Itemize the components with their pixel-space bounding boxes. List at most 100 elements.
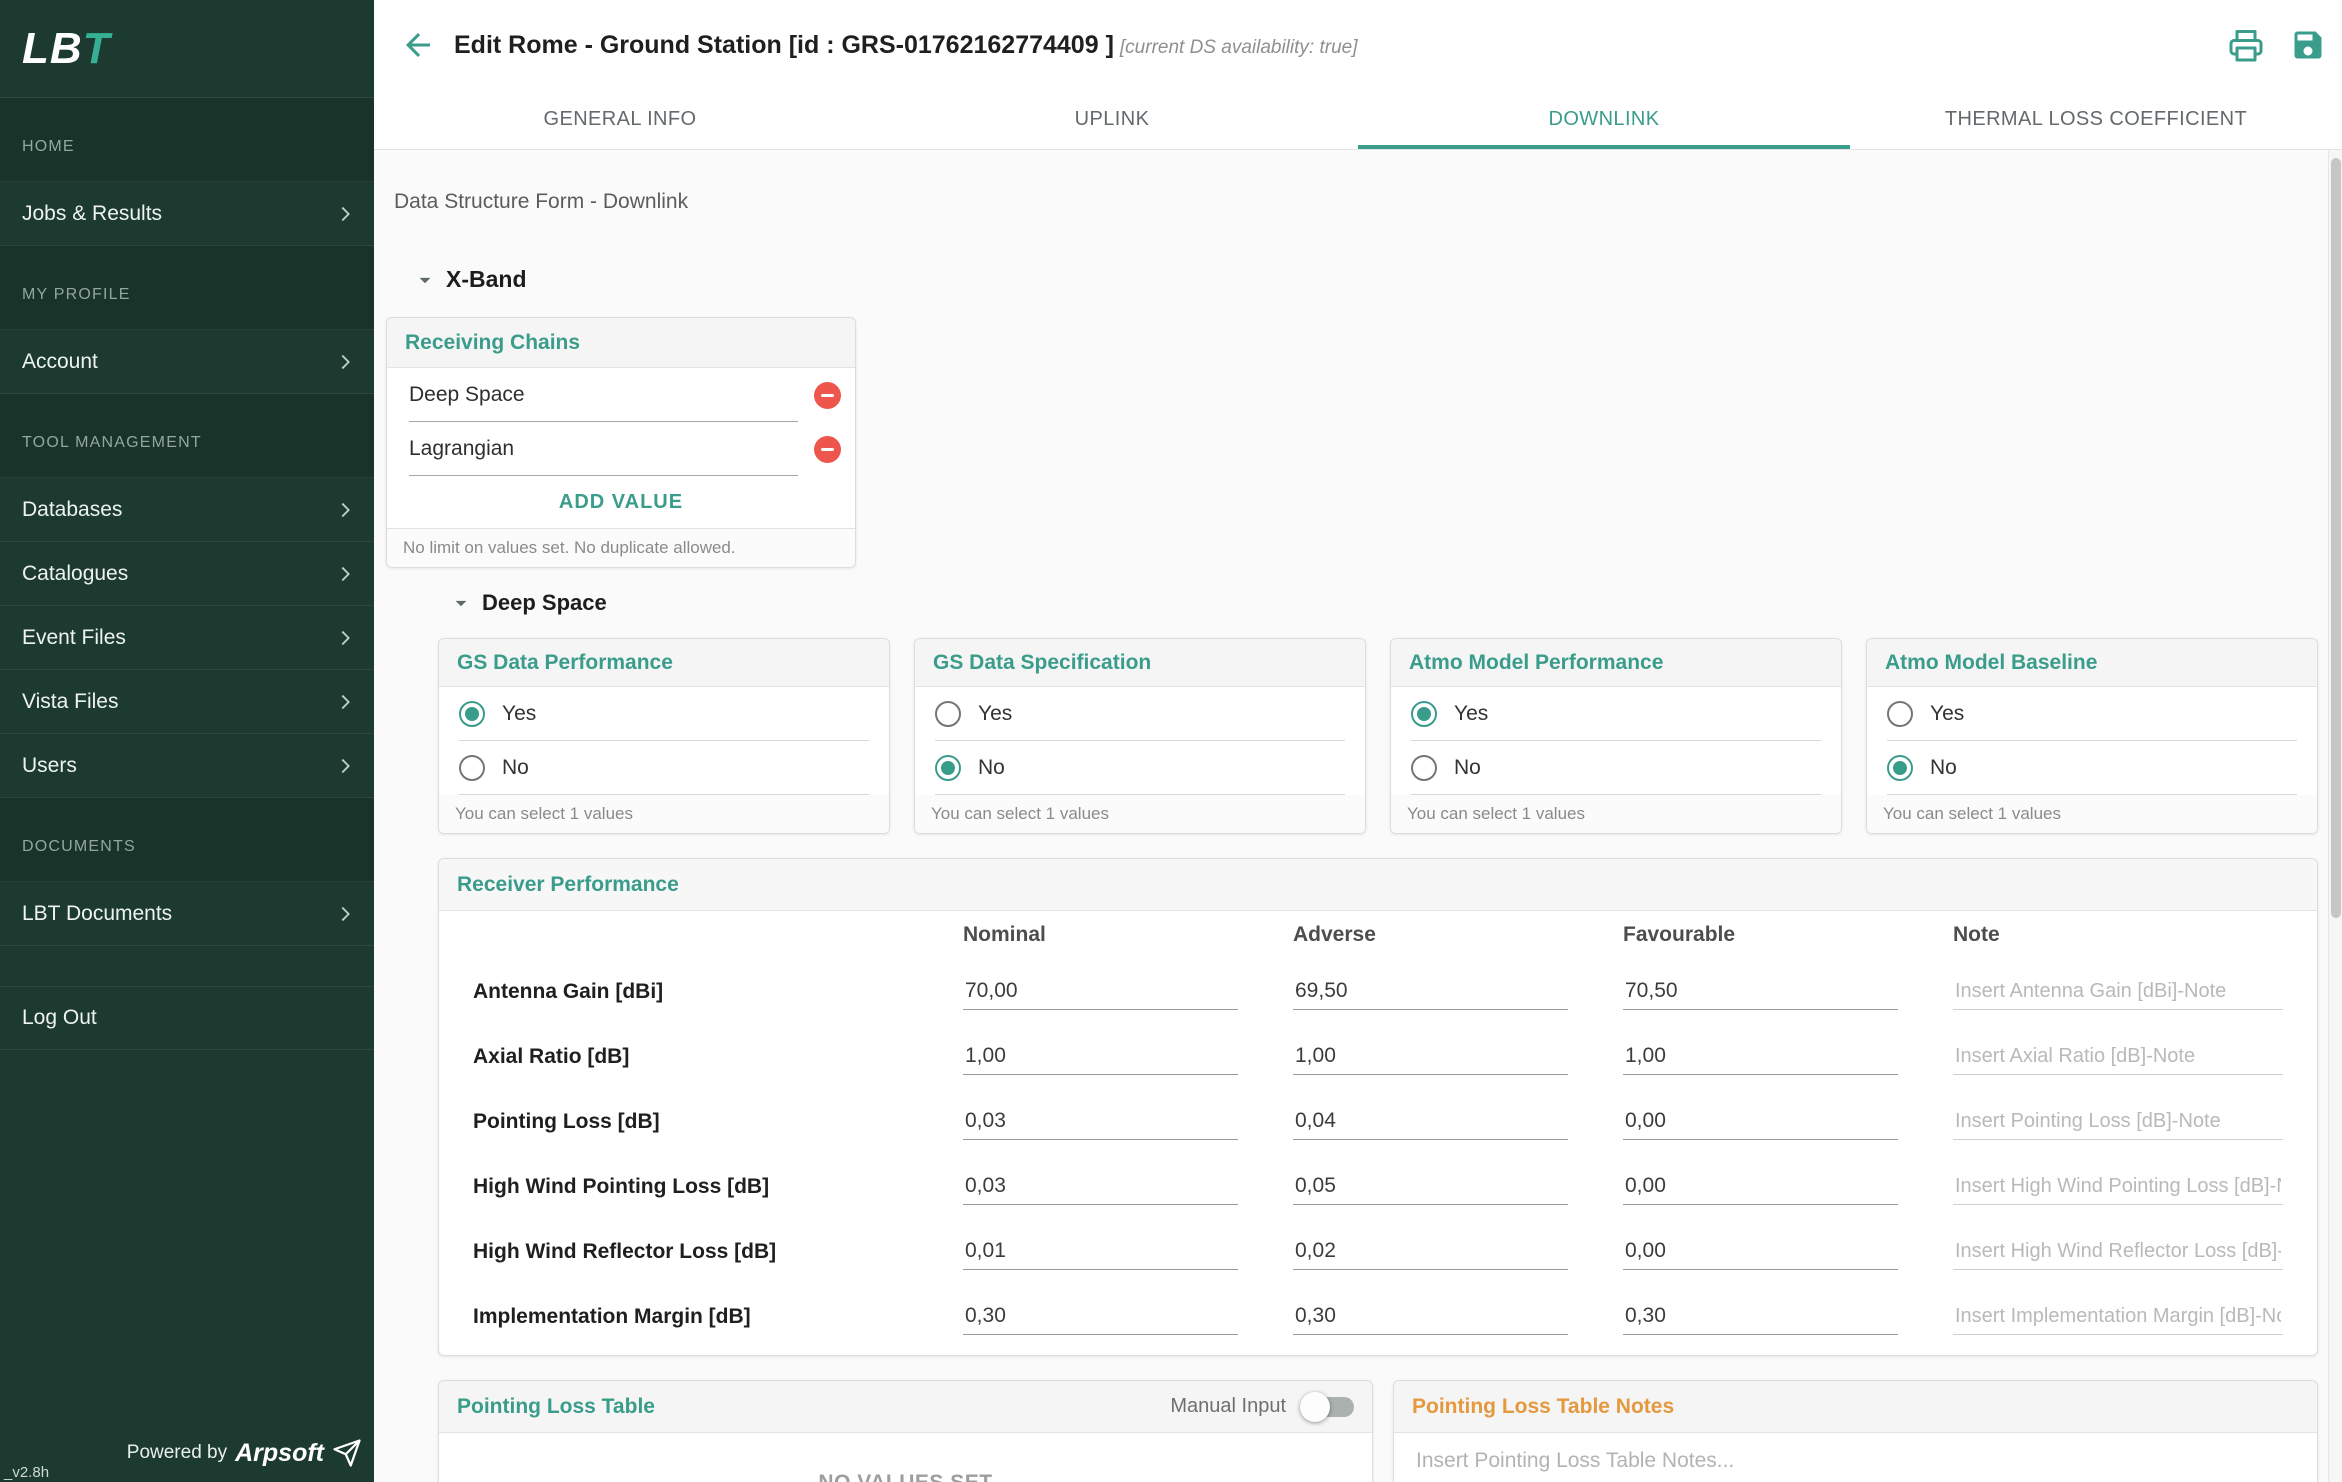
adverse-input[interactable] bbox=[1293, 1103, 1568, 1140]
choice-cards-row: GS Data Performance Yes No You can selec… bbox=[438, 638, 2330, 834]
chain-value-field[interactable]: Deep Space bbox=[409, 368, 798, 422]
table-row: Antenna Gain [dBi] bbox=[463, 959, 2293, 1024]
note-input[interactable] bbox=[1953, 1168, 2283, 1205]
section-header-x-band[interactable]: X-Band bbox=[412, 266, 2330, 293]
adverse-input[interactable] bbox=[1293, 973, 1568, 1010]
tab-downlink[interactable]: DOWNLINK bbox=[1358, 90, 1850, 149]
sidebar-item-lbt-documents[interactable]: LBT Documents bbox=[0, 882, 374, 946]
remove-value-button[interactable] bbox=[814, 381, 841, 409]
sidebar-item-databases[interactable]: Databases bbox=[0, 478, 374, 542]
chevron-right-icon bbox=[341, 630, 350, 645]
adverse-input[interactable] bbox=[1293, 1038, 1568, 1075]
tab-general-info[interactable]: GENERAL INFO bbox=[374, 90, 866, 149]
favourable-input[interactable] bbox=[1623, 1103, 1898, 1140]
scrollbar-track[interactable] bbox=[2328, 150, 2342, 1482]
sidebar-item-catalogues[interactable]: Catalogues bbox=[0, 542, 374, 606]
sidebar-item-vista-files[interactable]: Vista Files bbox=[0, 670, 374, 734]
save-icon bbox=[2294, 31, 2322, 59]
option-label: Yes bbox=[1454, 701, 1489, 725]
card-hint: You can select 1 values bbox=[1867, 795, 2317, 833]
sidebar-section-documents: DOCUMENTS bbox=[0, 798, 374, 882]
section-header-label: HOME bbox=[22, 137, 75, 155]
pointing-loss-notes-card: Pointing Loss Table Notes bbox=[1393, 1380, 2318, 1482]
sidebar-item-log-out[interactable]: Log Out bbox=[0, 986, 374, 1050]
option-row: Yes bbox=[1887, 687, 2297, 741]
table-row: Pointing Loss [dB] bbox=[463, 1089, 2293, 1154]
option-label: No bbox=[1454, 755, 1481, 779]
card-title: Atmo Model Performance bbox=[1391, 639, 1841, 687]
nominal-input[interactable] bbox=[963, 1168, 1238, 1205]
save-button[interactable] bbox=[2290, 27, 2326, 63]
powered-by-label: Powered by bbox=[126, 1442, 228, 1463]
favourable-input[interactable] bbox=[1623, 1168, 1898, 1205]
nominal-input[interactable] bbox=[963, 1103, 1238, 1140]
toggle-knob bbox=[1300, 1391, 1330, 1422]
favourable-input[interactable] bbox=[1623, 973, 1898, 1010]
manual-input-toggle[interactable] bbox=[1300, 1391, 1354, 1422]
nominal-input[interactable] bbox=[963, 973, 1238, 1010]
favourable-input[interactable] bbox=[1623, 1233, 1898, 1270]
remove-value-button[interactable] bbox=[814, 435, 841, 463]
receiving-chains-hint: No limit on values set. No duplicate all… bbox=[387, 528, 855, 567]
tab-label: UPLINK bbox=[1074, 108, 1150, 130]
table-header-row: Nominal Adverse Favourable Note bbox=[463, 911, 2293, 959]
sidebar-item-jobs-results[interactable]: Jobs & Results bbox=[0, 182, 374, 246]
row-label: Pointing Loss [dB] bbox=[473, 1109, 660, 1133]
option-label: Yes bbox=[978, 701, 1013, 725]
chain-value-field[interactable]: Lagrangian bbox=[409, 422, 798, 476]
list-item: Deep Space bbox=[387, 368, 855, 422]
section-header-label: MY PROFILE bbox=[22, 285, 131, 303]
pointing-loss-table-card: Pointing Loss Table Manual Input NO VALU… bbox=[438, 1380, 1373, 1482]
sidebar-item-event-files[interactable]: Event Files bbox=[0, 606, 374, 670]
arpsoft-logo-icon bbox=[333, 1439, 361, 1467]
tab-bar: GENERAL INFO UPLINK DOWNLINK THERMAL LOS… bbox=[374, 90, 2342, 150]
nominal-input[interactable] bbox=[963, 1298, 1238, 1335]
sidebar-item-label: Vista Files bbox=[22, 689, 119, 713]
option-row: No bbox=[1411, 741, 1821, 795]
radio-no[interactable] bbox=[1411, 754, 1437, 781]
adverse-input[interactable] bbox=[1293, 1168, 1568, 1205]
adverse-input[interactable] bbox=[1293, 1298, 1568, 1335]
back-button[interactable] bbox=[400, 27, 436, 63]
scrollbar-thumb[interactable] bbox=[2331, 158, 2341, 918]
option-row: Yes bbox=[459, 687, 869, 741]
radio-no[interactable] bbox=[459, 754, 485, 781]
note-input[interactable] bbox=[1953, 973, 2283, 1010]
radio-yes[interactable] bbox=[459, 700, 485, 727]
tab-thermal-loss-coefficient[interactable]: THERMAL LOSS COEFFICIENT bbox=[1850, 90, 2342, 149]
nominal-input[interactable] bbox=[963, 1038, 1238, 1075]
note-input[interactable] bbox=[1953, 1038, 2283, 1075]
radio-yes[interactable] bbox=[935, 700, 961, 727]
nominal-input[interactable] bbox=[963, 1233, 1238, 1270]
topbar: Edit Rome - Ground Station [id : GRS-017… bbox=[374, 0, 2342, 90]
section-header-deep-space[interactable]: Deep Space bbox=[448, 590, 2330, 616]
note-input[interactable] bbox=[1953, 1298, 2283, 1335]
radio-no[interactable] bbox=[1887, 754, 1913, 781]
sidebar-item-users[interactable]: Users bbox=[0, 734, 374, 798]
option-label: No bbox=[1930, 755, 1957, 779]
print-button[interactable] bbox=[2228, 27, 2264, 63]
note-input[interactable] bbox=[1953, 1103, 2283, 1140]
row-label: Axial Ratio [dB] bbox=[473, 1044, 630, 1068]
add-value-button[interactable]: ADD VALUE bbox=[559, 491, 683, 514]
row-label: Implementation Margin [dB] bbox=[473, 1304, 751, 1328]
tab-uplink[interactable]: UPLINK bbox=[866, 90, 1358, 149]
row-label: High Wind Pointing Loss [dB] bbox=[473, 1174, 770, 1198]
sidebar-item-account[interactable]: Account bbox=[0, 330, 374, 394]
radio-no[interactable] bbox=[935, 754, 961, 781]
empty-state-text: NO VALUES SET bbox=[439, 1433, 1372, 1482]
table-row: High Wind Pointing Loss [dB] bbox=[463, 1154, 2293, 1219]
receiver-performance-title: Receiver Performance bbox=[439, 859, 2317, 911]
section-header-label: DOCUMENTS bbox=[22, 837, 136, 855]
radio-yes[interactable] bbox=[1887, 700, 1913, 727]
favourable-input[interactable] bbox=[1623, 1298, 1898, 1335]
favourable-input[interactable] bbox=[1623, 1038, 1898, 1075]
radio-yes[interactable] bbox=[1411, 700, 1437, 727]
sidebar-section-tool-management: TOOL MANAGEMENT bbox=[0, 394, 374, 478]
section-header-label: TOOL MANAGEMENT bbox=[22, 433, 202, 451]
adverse-input[interactable] bbox=[1293, 1233, 1568, 1270]
card-hint: You can select 1 values bbox=[439, 795, 889, 833]
pointing-loss-notes-input[interactable] bbox=[1416, 1449, 2295, 1473]
app-logo[interactable]: LBT bbox=[22, 24, 111, 74]
note-input[interactable] bbox=[1953, 1233, 2283, 1270]
